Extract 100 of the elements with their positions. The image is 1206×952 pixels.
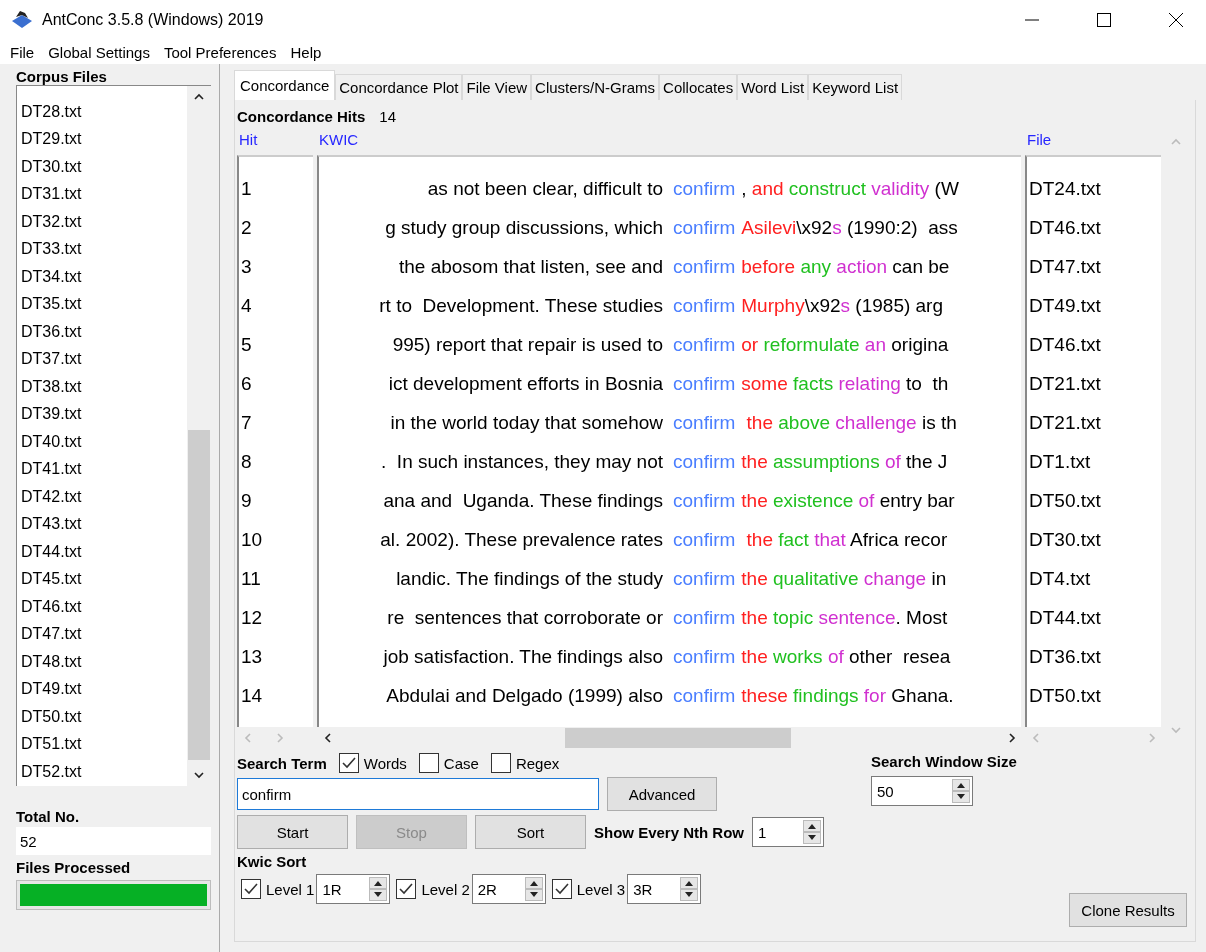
file-item[interactable]: DT48.txt — [17, 648, 187, 676]
hit-number: 12 — [240, 605, 264, 630]
hits-label: Concordance Hits — [237, 108, 366, 125]
hit-number: 3 — [240, 254, 253, 279]
file-item[interactable]: DT40.txt — [17, 428, 187, 456]
file-item[interactable]: DT46.txt — [17, 593, 187, 621]
file-item[interactable]: DT32.txt — [17, 208, 187, 236]
checkbox[interactable] — [338, 753, 359, 773]
file-name: DT50.txt — [1028, 488, 1102, 513]
nth-row-label: Show Every Nth Row — [594, 823, 745, 841]
file-item[interactable]: DT38.txt — [17, 373, 187, 401]
app-icon — [10, 9, 34, 31]
checkbox[interactable] — [490, 753, 511, 773]
file-item[interactable]: DT39.txt — [17, 400, 187, 428]
checkbox[interactable] — [551, 879, 572, 899]
files-processed-label: Files Processed — [16, 859, 132, 876]
column-header[interactable]: Hit — [237, 131, 317, 155]
spin-arrows-icon[interactable] — [952, 779, 970, 803]
hit-number: 8 — [240, 449, 253, 474]
hit-number: 4 — [240, 293, 253, 318]
file-item[interactable]: DT45.txt — [17, 565, 187, 593]
kwic-line: as not been clear, difficult to confirm , and construct validity (W — [426, 176, 960, 201]
spin-field[interactable]: 2R — [471, 874, 546, 904]
hits-count: 14 — [379, 108, 397, 125]
checkbox[interactable] — [396, 879, 417, 899]
file-name: DT30.txt — [1028, 527, 1102, 552]
hit-number: 11 — [240, 566, 262, 591]
menu-item[interactable]: File — [10, 43, 35, 61]
action-button[interactable]: Start — [237, 815, 348, 849]
corpus-files-label: Corpus Files — [16, 68, 108, 85]
action-button[interactable]: Sort — [475, 815, 586, 849]
kwic-sort-label: Kwic Sort — [237, 853, 308, 870]
hit-number: 9 — [240, 488, 253, 513]
option-label[interactable]: Words — [363, 754, 407, 772]
menu-item[interactable]: Help — [290, 43, 322, 61]
file-item[interactable]: DT31.txt — [17, 180, 187, 208]
file-item[interactable]: DT52.txt — [17, 758, 187, 786]
total-label: Total No. — [16, 808, 81, 825]
file-item[interactable]: DT50.txt — [17, 703, 187, 731]
file-name: DT36.txt — [1028, 644, 1102, 669]
column-header[interactable]: KWIC — [317, 131, 1025, 155]
hit-number: 5 — [240, 332, 253, 357]
hit-number: 10 — [240, 527, 264, 552]
file-name: DT24.txt — [1028, 176, 1102, 201]
file-item[interactable]: DT49.txt — [17, 675, 187, 703]
spin-field[interactable]: 3R — [627, 874, 702, 904]
hit-number: 1 — [240, 176, 253, 201]
clone-results-button[interactable]: Clone Results — [1069, 893, 1187, 927]
file-name: DT47.txt — [1028, 254, 1102, 279]
level-label[interactable]: Level 2 — [421, 880, 470, 898]
file-item[interactable]: DT36.txt — [17, 318, 187, 346]
file-item[interactable]: DT29.txt — [17, 125, 187, 153]
close-icon[interactable] — [1168, 12, 1184, 28]
file-name: DT44.txt — [1028, 605, 1102, 630]
file-item[interactable]: DT41.txt — [17, 455, 187, 483]
file-item[interactable]: DT34.txt — [17, 263, 187, 291]
tab[interactable]: Clusters/N-Grams — [531, 74, 660, 100]
kwic-line: g study group discussions, which confirm Asilevi\x92s (1990:2) ass — [384, 215, 959, 240]
spin-arrows-icon[interactable] — [524, 877, 543, 901]
checkbox[interactable] — [418, 753, 439, 773]
checkbox[interactable] — [241, 879, 261, 899]
advanced-button[interactable]: Advanced — [607, 777, 717, 811]
file-item[interactable]: DT47.txt — [17, 620, 187, 648]
file-item[interactable]: DT51.txt — [17, 730, 187, 758]
tab[interactable]: Concordance — [234, 70, 336, 100]
hit-number: 13 — [240, 644, 264, 669]
file-item[interactable]: DT30.txt — [17, 153, 187, 181]
level-label[interactable]: Level 1 — [266, 880, 315, 898]
maximize-icon[interactable] — [1096, 12, 1112, 28]
tab[interactable]: Word List — [737, 74, 809, 100]
column-header[interactable]: File — [1025, 131, 1165, 155]
file-item[interactable]: DT43.txt — [17, 510, 187, 538]
menu-item[interactable]: Tool Preferences — [163, 43, 277, 61]
search-field[interactable]: confirm — [237, 778, 599, 810]
file-name: DT21.txt — [1028, 371, 1102, 396]
spin-field[interactable]: 1 — [752, 817, 825, 847]
file-item[interactable]: DT44.txt — [17, 538, 187, 566]
spin-field[interactable]: 50 — [871, 776, 973, 806]
option-label[interactable]: Case — [443, 754, 479, 772]
tab[interactable]: Keyword List — [808, 74, 903, 100]
file-item[interactable]: DT33.txt — [17, 235, 187, 263]
level-label[interactable]: Level 3 — [576, 880, 626, 898]
menu-item[interactable]: Global Settings — [48, 43, 150, 61]
file-item[interactable]: DT35.txt — [17, 290, 187, 318]
spin-arrows-icon[interactable] — [680, 877, 699, 901]
kwic-line: in the world today that somehow confirm the above challenge is th — [389, 410, 958, 435]
kwic-line: ana and Uganda. These findings confirm the existence of entry bar — [382, 488, 956, 513]
tab[interactable]: Collocates — [659, 74, 738, 100]
file-item[interactable]: DT42.txt — [17, 483, 187, 511]
spin-arrows-icon[interactable] — [369, 877, 388, 901]
spin-arrows-icon[interactable] — [803, 820, 822, 844]
option-label[interactable]: Regex — [515, 754, 560, 772]
total-value: 52 — [16, 827, 211, 855]
spin-field[interactable]: 1R — [316, 874, 391, 904]
file-item[interactable]: DT28.txt — [17, 98, 187, 126]
file-item[interactable]: DT37.txt — [17, 345, 187, 373]
tab[interactable]: File View — [462, 74, 532, 100]
hit-number: 7 — [240, 410, 253, 435]
tab[interactable]: Concordance Plot — [335, 74, 463, 100]
hit-number: 2 — [240, 215, 253, 240]
